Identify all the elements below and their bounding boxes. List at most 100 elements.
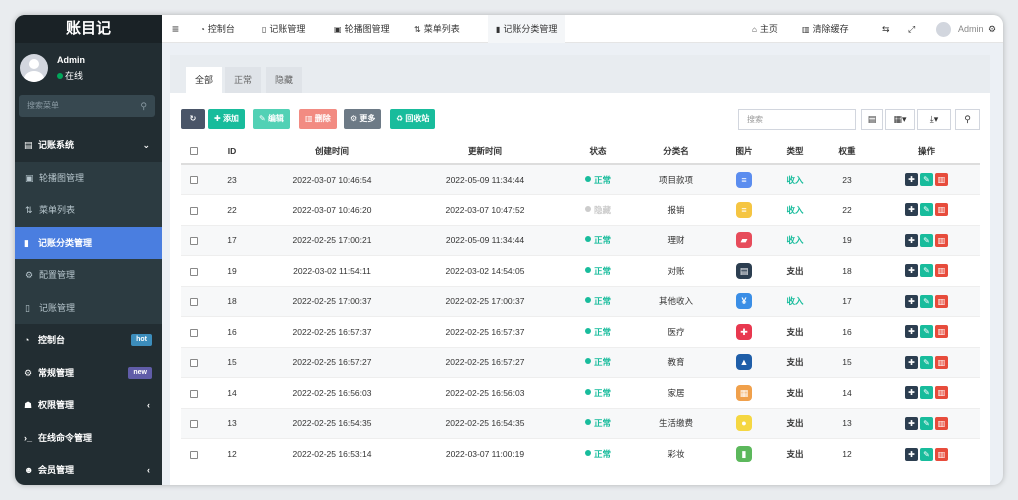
col-status[interactable]: 状态 <box>563 138 633 165</box>
clear-cache-button[interactable]: ▥ 清除缓存 <box>802 15 849 43</box>
cell-image[interactable]: ≡ <box>719 163 769 195</box>
row-checkbox[interactable] <box>181 438 207 469</box>
category-image-icon[interactable]: ✚ <box>736 323 752 340</box>
row-delete-icon[interactable]: ▥ <box>935 447 948 461</box>
sidebar-item-0[interactable]: ▤ 记账系统 ⌄ <box>15 129 162 162</box>
drag-sort-icon[interactable]: ✚ <box>905 325 918 339</box>
drag-sort-icon[interactable]: ✚ <box>905 203 918 217</box>
drag-sort-icon[interactable]: ✚ <box>905 233 918 247</box>
menu-toggle-icon[interactable]: ≡ <box>172 15 179 43</box>
tab-menu-list[interactable]: ⇅ 菜单列表 <box>414 15 460 43</box>
sidebar-item-10[interactable]: ☻ 会员管理 ‹ <box>15 454 162 485</box>
row-delete-icon[interactable]: ▥ <box>935 294 948 308</box>
table-search-input[interactable]: 搜索 <box>738 109 856 130</box>
category-image-icon[interactable]: ▤ <box>736 262 752 279</box>
cell-image[interactable]: ▲ <box>719 346 769 378</box>
drag-sort-icon[interactable]: ✚ <box>905 386 918 400</box>
table-row[interactable]: 19 2022-03-02 11:54:11 2022-03-02 14:54:05… <box>181 255 980 286</box>
row-edit-icon[interactable]: ✎ <box>920 264 933 278</box>
category-image-icon[interactable]: ≡ <box>736 201 752 218</box>
cell-image[interactable]: ≡ <box>719 194 769 225</box>
col-type[interactable]: 类型 <box>769 138 821 165</box>
delete-button[interactable]: ▥ 删除 <box>299 109 337 129</box>
admin-avatar[interactable] <box>936 15 954 43</box>
drag-sort-icon[interactable]: ✚ <box>905 447 918 461</box>
row-delete-icon[interactable]: ▥ <box>935 416 948 430</box>
row-edit-icon[interactable]: ✎ <box>920 355 933 369</box>
cell-image[interactable]: ▮ <box>719 438 769 469</box>
cell-image[interactable]: ¥ <box>719 285 769 317</box>
fullscreen-icon[interactable]: ⤢ <box>908 15 915 43</box>
table-row[interactable]: 15 2022-02-25 16:57:27 2022-02-25 16:57:27… <box>181 346 980 378</box>
tab-dashboard[interactable]: ◔ 控制台 <box>200 15 235 43</box>
row-checkbox[interactable] <box>181 316 207 347</box>
row-checkbox[interactable] <box>181 377 207 408</box>
edit-button[interactable]: ✎ 编辑 <box>253 109 290 129</box>
sidebar-search-input[interactable]: 搜索菜单 ⚲ <box>19 95 155 117</box>
row-checkbox[interactable] <box>181 255 207 286</box>
category-image-icon[interactable]: ▮ <box>736 446 752 462</box>
drag-sort-icon[interactable]: ✚ <box>905 294 918 308</box>
row-delete-icon[interactable]: ▥ <box>935 355 948 369</box>
category-image-icon[interactable]: ¥ <box>736 293 752 310</box>
cell-status[interactable]: 正常 <box>563 285 633 317</box>
sidebar-item-3[interactable]: ▮ 记账分类管理 <box>15 226 162 259</box>
row-edit-icon[interactable]: ✎ <box>920 294 933 308</box>
export-dropdown-icon[interactable]: ⤓▾ <box>917 109 951 130</box>
table-row[interactable]: 18 2022-02-25 17:00:37 2022-02-25 17:00:37… <box>181 285 980 317</box>
sidebar-item-1[interactable]: ▣ 轮播图管理 <box>15 161 162 194</box>
row-edit-icon[interactable]: ✎ <box>920 416 933 430</box>
row-checkbox[interactable] <box>181 163 207 195</box>
filter-tab-normal[interactable]: 正常 <box>225 67 262 93</box>
cell-status[interactable]: 正常 <box>563 163 633 195</box>
row-edit-icon[interactable]: ✎ <box>920 203 933 217</box>
advanced-search-icon[interactable]: ⚲ <box>955 109 980 130</box>
recycle-bin-button[interactable]: ♻ 回收站 <box>390 109 436 129</box>
table-view-icon[interactable]: ▤ <box>861 109 883 130</box>
home-link[interactable]: ⌂ 主页 <box>752 15 778 43</box>
row-checkbox[interactable] <box>181 224 207 256</box>
cell-image[interactable]: ▤ <box>719 255 769 286</box>
select-all-checkbox[interactable] <box>181 138 207 165</box>
cell-status[interactable]: 正常 <box>563 407 633 439</box>
category-image-icon[interactable]: ▲ <box>736 354 752 371</box>
col-updated[interactable]: 更新时间 <box>407 138 563 165</box>
row-edit-icon[interactable]: ✎ <box>920 233 933 247</box>
cell-status[interactable]: 隐藏 <box>563 194 633 225</box>
sidebar-item-2[interactable]: ⇅ 菜单列表 <box>15 194 162 227</box>
table-row[interactable]: 12 2022-02-25 16:53:14 2022-03-07 11:00:19… <box>181 438 980 469</box>
cell-status[interactable]: 正常 <box>563 224 633 256</box>
row-delete-icon[interactable]: ▥ <box>935 386 948 400</box>
more-button[interactable]: ⚙ 更多 <box>344 109 382 129</box>
settings-icon[interactable]: ⚙ <box>988 15 996 43</box>
filter-tab-hidden[interactable]: 隐藏 <box>266 67 303 93</box>
category-image-icon[interactable]: ● <box>736 415 752 432</box>
row-edit-icon[interactable]: ✎ <box>920 386 933 400</box>
search-icon[interactable]: ⚲ <box>140 95 147 117</box>
cell-image[interactable]: ▦ <box>719 377 769 408</box>
sidebar-item-8[interactable]: ☗ 权限管理 ‹ <box>15 389 162 422</box>
cell-image[interactable]: ✚ <box>719 316 769 347</box>
table-row[interactable]: 22 2022-03-07 10:46:20 2022-03-07 10:47:52… <box>181 194 980 225</box>
row-delete-icon[interactable]: ▥ <box>935 264 948 278</box>
drag-sort-icon[interactable]: ✚ <box>905 416 918 430</box>
row-delete-icon[interactable]: ▥ <box>935 233 948 247</box>
cell-status[interactable]: 正常 <box>563 438 633 469</box>
row-delete-icon[interactable]: ▥ <box>935 325 948 339</box>
table-row[interactable]: 14 2022-02-25 16:56:03 2022-02-25 16:56:03… <box>181 377 980 408</box>
row-edit-icon[interactable]: ✎ <box>920 325 933 339</box>
sidebar-item-4[interactable]: ⚙ 配置管理 <box>15 259 162 292</box>
category-image-icon[interactable]: ▰ <box>736 232 752 249</box>
drag-sort-icon[interactable]: ✚ <box>905 355 918 369</box>
cell-status[interactable]: 正常 <box>563 316 633 347</box>
sidebar-item-5[interactable]: ▯ 记账管理 <box>15 291 162 324</box>
language-icon[interactable]: ⇆ <box>882 15 890 43</box>
sidebar-item-6[interactable]: ◔ 控制台 hot <box>15 324 162 357</box>
cell-status[interactable]: 正常 <box>563 346 633 378</box>
add-button[interactable]: ✚ 添加 <box>208 109 245 129</box>
col-name[interactable]: 分类名 <box>633 138 719 165</box>
columns-dropdown-icon[interactable]: ▦▾ <box>885 109 915 130</box>
row-delete-icon[interactable]: ▥ <box>935 203 948 217</box>
row-checkbox[interactable] <box>181 194 207 225</box>
tab-accounting[interactable]: ▯ 记账管理 <box>262 15 305 43</box>
